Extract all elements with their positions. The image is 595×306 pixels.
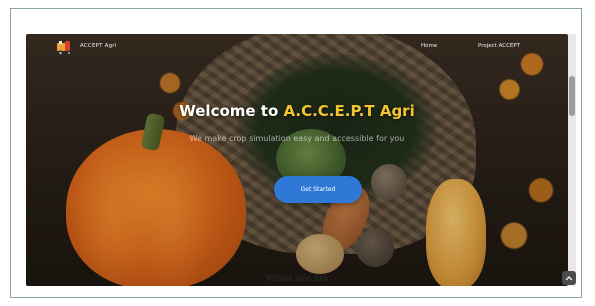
- hero-subtitle: We make crop simulation easy and accessi…: [189, 134, 405, 143]
- browser-viewport: ACCEPT Agri Home Project ACCEPT Welcome …: [14, 20, 580, 296]
- section-heading-what-we-do: What We Do: [265, 274, 329, 284]
- get-started-button[interactable]: Get Started: [274, 176, 362, 203]
- hero-overlay: [26, 34, 568, 286]
- tractor-logo-icon[interactable]: [56, 40, 74, 56]
- brand-name[interactable]: ACCEPT Agri: [80, 43, 117, 49]
- nav-link-project-accept[interactable]: Project ACCEPT: [478, 43, 520, 49]
- hero-title-highlight: A.C.C.E.P.T Agri: [283, 102, 415, 120]
- top-navbar: ACCEPT Agri Home Project ACCEPT: [26, 34, 568, 60]
- chevron-up-icon: [565, 276, 573, 281]
- scroll-to-top-button[interactable]: [562, 271, 576, 285]
- scrollbar-track[interactable]: [568, 34, 576, 286]
- scrollbar-thumb[interactable]: [569, 76, 575, 116]
- hero-title: Welcome to A.C.C.E.P.T Agri: [26, 102, 568, 120]
- hero-title-prefix: Welcome to: [179, 102, 284, 120]
- hero-banner: ACCEPT Agri Home Project ACCEPT Welcome …: [26, 34, 568, 286]
- nav-link-home[interactable]: Home: [421, 43, 437, 49]
